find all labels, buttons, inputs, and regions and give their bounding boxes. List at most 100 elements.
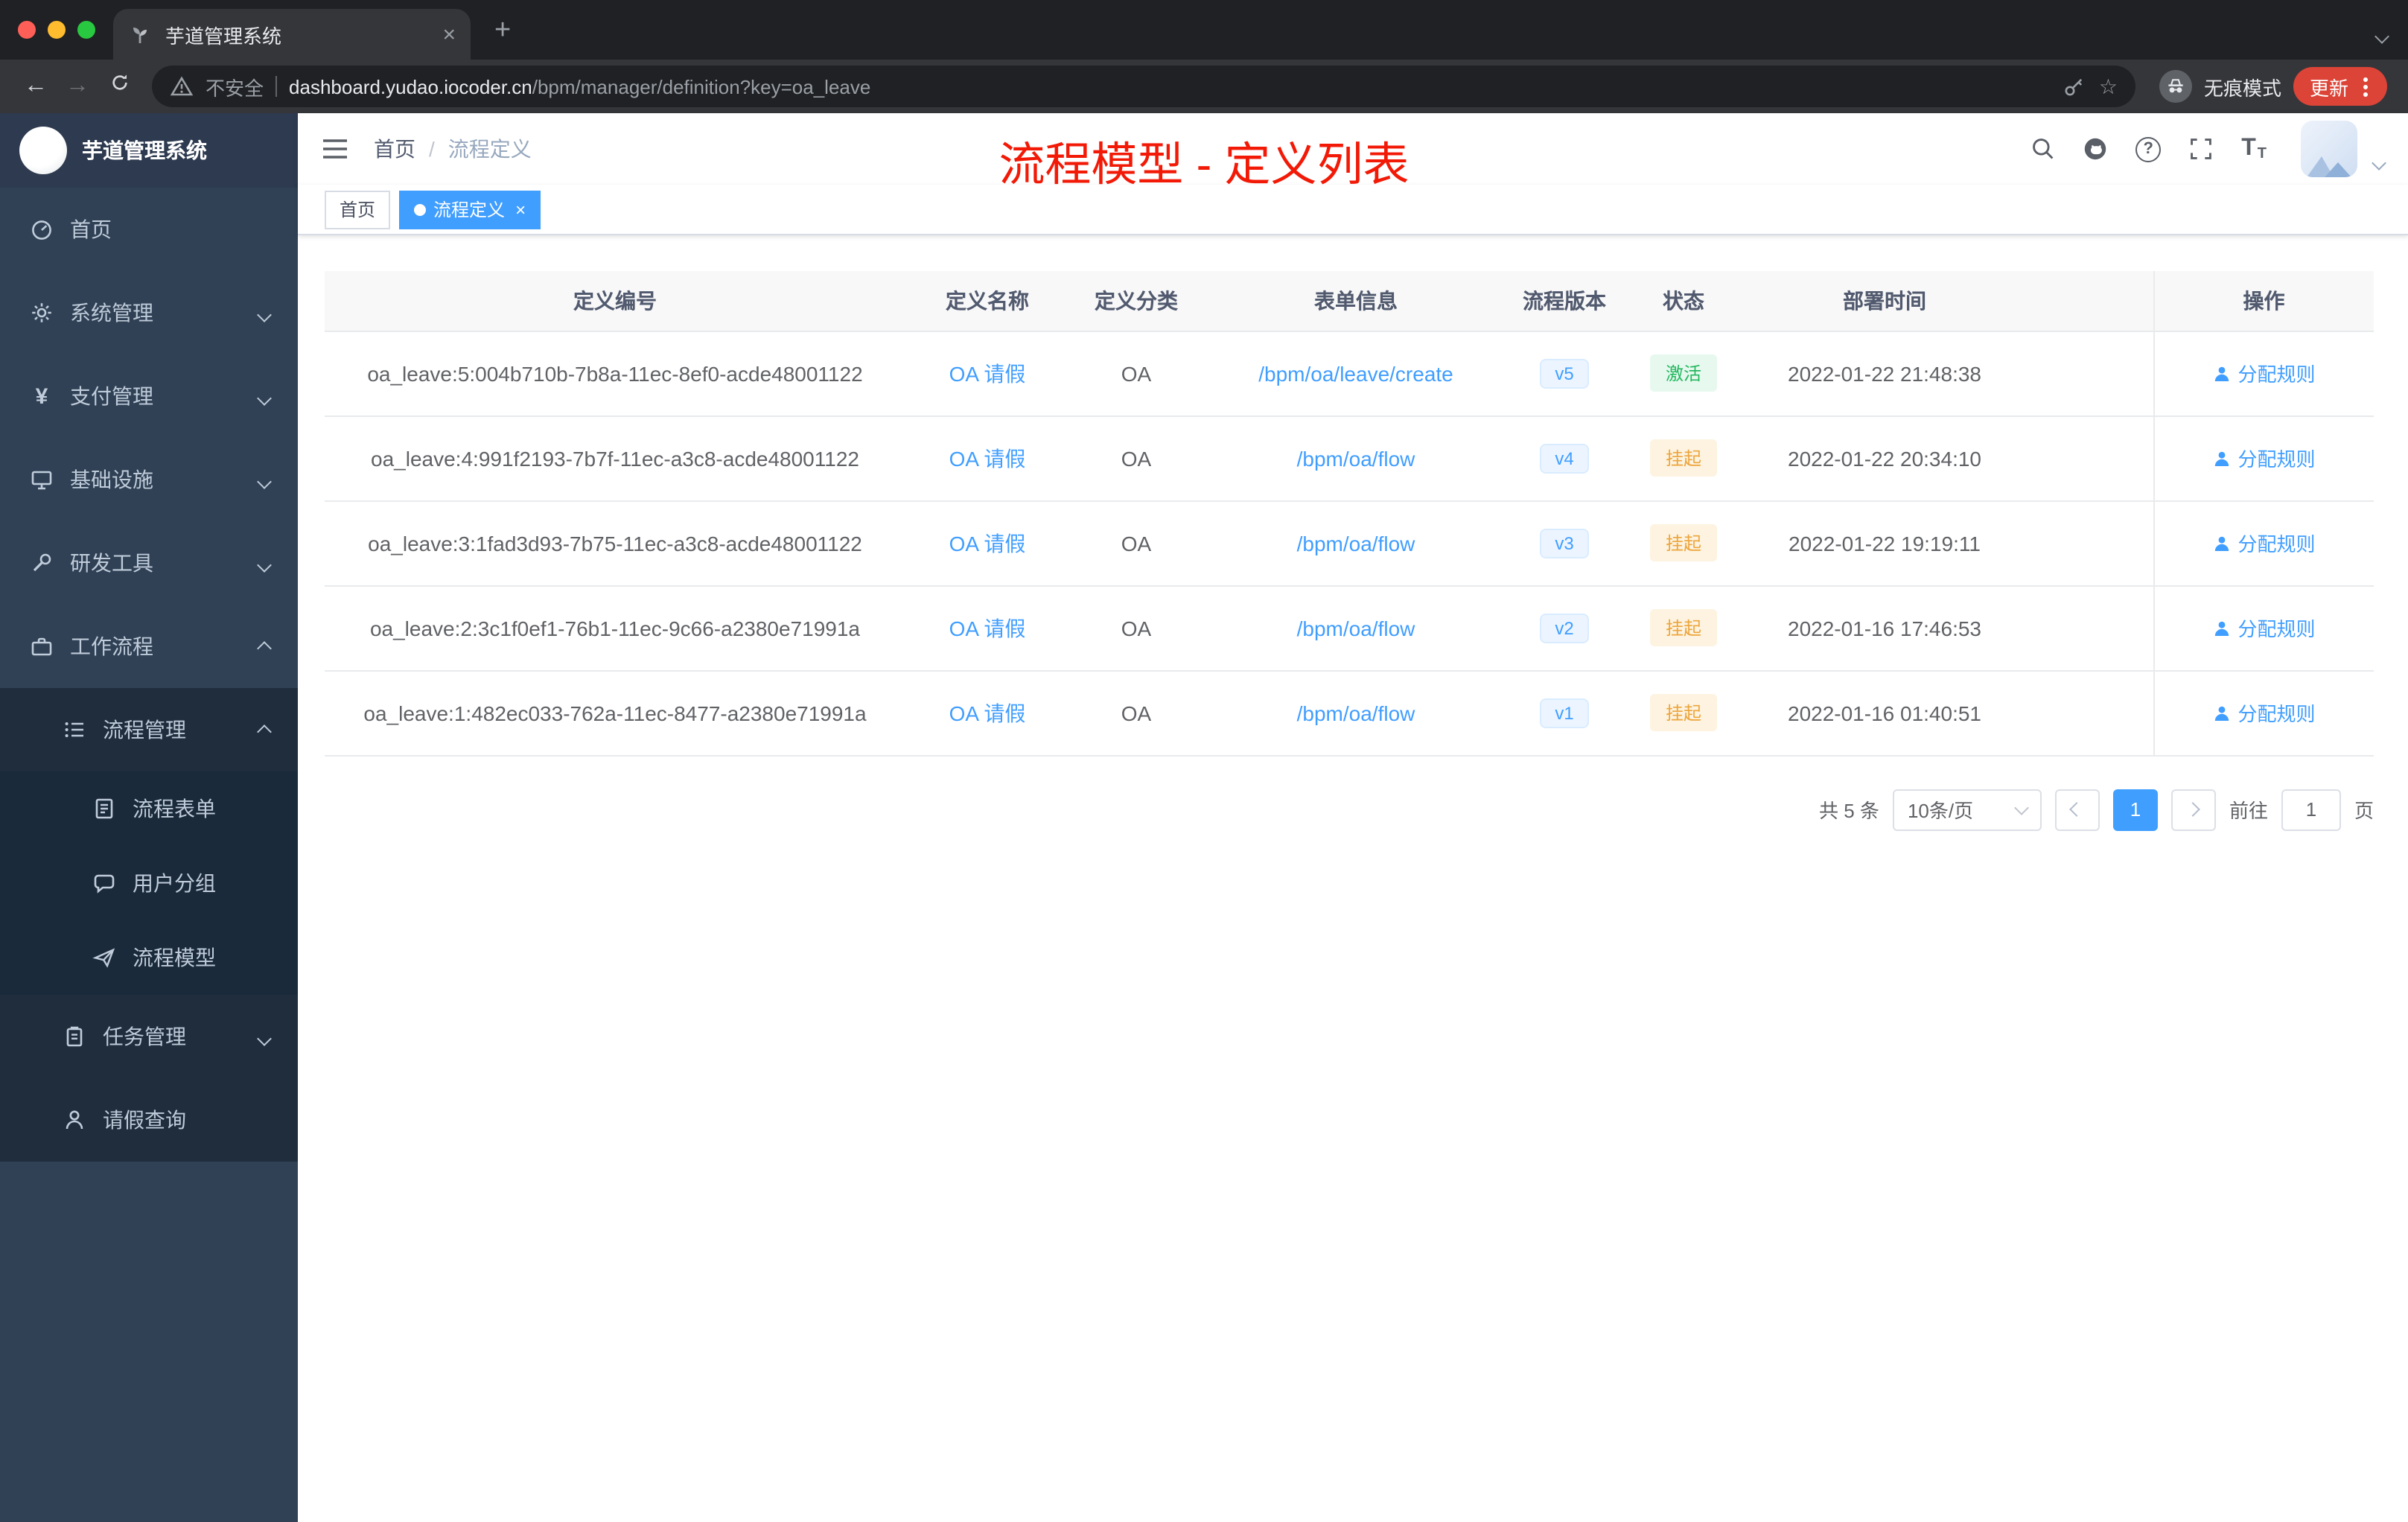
deploy-time: 2022-01-22 21:48:38: [1747, 331, 2022, 416]
prev-page-button[interactable]: [2054, 789, 2100, 830]
font-size-icon[interactable]: TT: [2241, 136, 2267, 162]
github-icon[interactable]: [2083, 137, 2107, 161]
update-label: 更新: [2309, 77, 2348, 99]
form-info-link[interactable]: /bpm/oa/flow: [1297, 701, 1415, 725]
form-info-link[interactable]: /bpm/oa/flow: [1297, 616, 1415, 640]
search-icon[interactable]: [2031, 137, 2055, 161]
bookmark-star-icon[interactable]: ☆: [2099, 74, 2118, 99]
tag-process-definition[interactable]: 流程定义 ×: [399, 190, 541, 229]
status-badge: 挂起: [1650, 524, 1716, 561]
update-button[interactable]: 更新: [2293, 67, 2387, 106]
form-info-link[interactable]: /bpm/oa/flow: [1297, 531, 1415, 555]
zoom-window-button[interactable]: [77, 21, 95, 39]
definition-name-link[interactable]: OA 请假: [949, 531, 1026, 555]
sidebar-item-process-model[interactable]: 流程模型: [0, 920, 298, 995]
status-badge: 挂起: [1650, 439, 1716, 477]
form-info-link[interactable]: /bpm/oa/flow: [1297, 446, 1415, 470]
browser-menu-icon[interactable]: [2363, 84, 2368, 89]
sidebar-item-devtools[interactable]: 研发工具: [0, 521, 298, 605]
close-window-button[interactable]: [18, 21, 36, 39]
minimize-window-button[interactable]: [48, 21, 66, 39]
person-icon: [2214, 705, 2229, 720]
form-info-link[interactable]: /bpm/oa/leave/create: [1258, 361, 1453, 385]
sidebar-item-system[interactable]: 系统管理: [0, 271, 298, 354]
assign-rule-link[interactable]: 分配规则: [2212, 698, 2316, 727]
filler-cell: [2022, 670, 2153, 756]
sidebar-item-user-group[interactable]: 用户分组: [0, 846, 298, 920]
tag-close-icon[interactable]: ×: [515, 199, 526, 220]
goto-page-input[interactable]: [2281, 789, 2341, 830]
filler-cell: [2022, 500, 2153, 586]
window-controls: [0, 21, 95, 39]
new-tab-button[interactable]: +: [494, 15, 511, 48]
definition-id: oa_leave:5:004b710b-7b8a-11ec-8ef0-acde4…: [325, 331, 905, 416]
tag-home[interactable]: 首页: [325, 190, 391, 229]
help-icon[interactable]: ?: [2135, 136, 2162, 162]
assign-rule-link[interactable]: 分配规则: [2212, 614, 2316, 642]
avatar-caret-icon[interactable]: [2372, 149, 2386, 176]
sidebar-item-infrastructure[interactable]: 基础设施: [0, 438, 298, 521]
wrench-icon: [30, 551, 54, 575]
tab-list-chevron-icon[interactable]: [2374, 22, 2389, 49]
page-size-select[interactable]: 10条/页: [1892, 789, 2042, 830]
definition-category: OA: [1069, 585, 1203, 671]
address-bar[interactable]: 不安全 dashboard.yudao.iocoder.cn/bpm/manag…: [152, 66, 2135, 107]
definition-name-link[interactable]: OA 请假: [949, 616, 1026, 640]
col-filler: [2022, 271, 2153, 331]
person-icon: [2214, 535, 2229, 550]
breadcrumb-home-link[interactable]: 首页: [374, 134, 415, 164]
sidebar-logo: 芋道管理系统: [0, 113, 298, 188]
chevron-down-icon: [257, 301, 272, 325]
definition-category: OA: [1069, 500, 1203, 586]
app-title: 芋道管理系统: [82, 138, 207, 162]
sidebar-item-workflow[interactable]: 工作流程: [0, 605, 298, 688]
url-domain: dashboard.yudao.iocoder.cn: [289, 75, 532, 98]
sidebar-item-process-management[interactable]: 流程管理: [0, 688, 298, 771]
next-page-button[interactable]: [2170, 789, 2216, 830]
key-icon[interactable]: [2063, 74, 2087, 98]
sidebar-item-label: 流程管理: [103, 718, 186, 742]
document-icon: [92, 797, 116, 821]
forward-icon[interactable]: →: [57, 73, 98, 100]
reload-icon[interactable]: [98, 71, 140, 101]
goto-label: 前往: [2229, 800, 2268, 822]
sidebar-item-label: 系统管理: [70, 301, 153, 325]
person-icon: [2214, 366, 2229, 380]
sidebar-item-label: 首页: [70, 217, 112, 241]
url-path: /bpm/manager/definition?key=oa_leave: [532, 75, 871, 98]
app-frame: 芋道管理系统 首页 系统管理 ¥ 支付管理 基础设施 研发工具 工作流程 流程管…: [0, 113, 2408, 1522]
sidebar: 芋道管理系统 首页 系统管理 ¥ 支付管理 基础设施 研发工具 工作流程 流程管…: [0, 113, 298, 1522]
col-definition-id: 定义编号: [325, 271, 905, 331]
sidebar-item-label: 支付管理: [70, 384, 153, 408]
definition-name-link[interactable]: OA 请假: [949, 446, 1026, 470]
sidebar-item-leave-query[interactable]: 请假查询: [0, 1078, 298, 1162]
security-label[interactable]: 不安全: [206, 72, 264, 101]
col-form-info: 表单信息: [1203, 271, 1509, 331]
sidebar-item-label: 流程表单: [133, 797, 216, 821]
warning-triangle-icon: [170, 74, 194, 98]
browser-tab[interactable]: 芋道管理系统 ×: [113, 9, 471, 60]
user-avatar[interactable]: [2301, 121, 2357, 177]
fullscreen-icon[interactable]: [2189, 137, 2213, 161]
chevron-down-icon: [257, 1025, 272, 1048]
assign-rule-link[interactable]: 分配规则: [2212, 444, 2316, 472]
assign-rule-link[interactable]: 分配规则: [2212, 529, 2316, 557]
col-definition-category: 定义分类: [1069, 271, 1203, 331]
definition-name-link[interactable]: OA 请假: [949, 701, 1026, 725]
select-chevron-icon: [2014, 800, 2029, 815]
sidebar-item-home[interactable]: 首页: [0, 188, 298, 271]
sidebar-fold-icon[interactable]: [322, 134, 351, 164]
tab-close-icon[interactable]: ×: [442, 22, 456, 47]
definition-name-link[interactable]: OA 请假: [949, 361, 1026, 385]
assign-rule-link[interactable]: 分配规则: [2212, 359, 2316, 387]
sidebar-item-payment[interactable]: ¥ 支付管理: [0, 354, 298, 438]
breadcrumb-separator: /: [429, 137, 435, 161]
sidebar-item-label: 流程模型: [133, 946, 216, 969]
back-icon[interactable]: ←: [15, 73, 57, 100]
sidebar-item-task-management[interactable]: 任务管理: [0, 995, 298, 1078]
sidebar-item-label: 工作流程: [70, 634, 153, 658]
current-page-button[interactable]: 1: [2112, 789, 2158, 830]
sidebar-item-process-form[interactable]: 流程表单: [0, 771, 298, 846]
filler-cell: [2022, 331, 2153, 416]
active-dot: [414, 203, 427, 215]
